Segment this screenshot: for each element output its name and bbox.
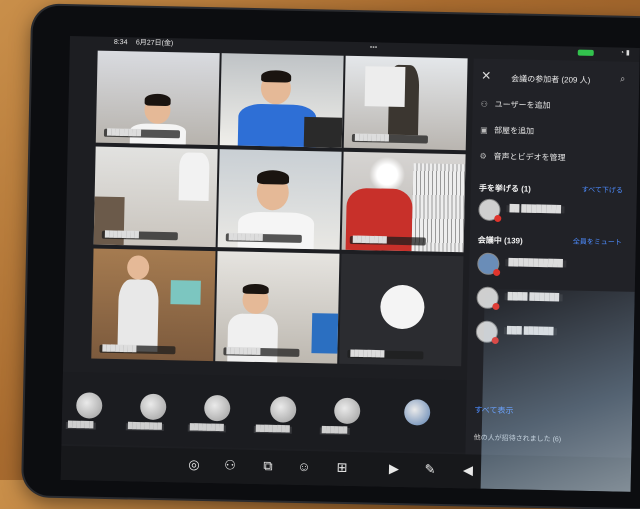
mic-off-icon[interactable]: ✎ <box>421 461 439 477</box>
blue-object <box>311 313 339 354</box>
avatar[interactable] <box>139 393 167 421</box>
tile-name-label: ████████ <box>349 235 426 246</box>
avatar <box>475 320 499 345</box>
video-tile[interactable]: ████████ <box>343 55 468 151</box>
battery-icon <box>577 49 594 56</box>
strip-name-label: ██████ <box>319 427 350 435</box>
avatar[interactable] <box>333 397 361 425</box>
video-tile[interactable]: ████████ <box>339 253 464 367</box>
recording-dot <box>493 268 501 277</box>
share-icon[interactable]: ⧉ <box>259 458 277 474</box>
panel-title: 会議の参加者 (209 人) <box>511 74 591 85</box>
participant-strip: ██████ ████████ ████████ ████████ ██████ <box>61 371 467 453</box>
recording-dot <box>492 302 500 311</box>
participants-panel: ✕ 会議の参加者 (209 人) ⌕ ⚇ ユーザーを追加 ▣ 部屋を追加 ⚙ 音声とビ… <box>464 58 640 492</box>
gear-icon: ⚙ <box>479 151 487 161</box>
list-item[interactable]: ██ ████████ <box>478 198 628 223</box>
avatar <box>476 286 500 311</box>
video-tile[interactable]: ████████ <box>341 151 466 253</box>
avatar <box>477 252 501 277</box>
reactions-icon[interactable]: ☺ <box>295 459 313 475</box>
mute-all-link[interactable]: 全員をミュート <box>573 237 622 248</box>
avatar[interactable] <box>269 396 297 423</box>
member-name: ████ ██████ <box>504 293 563 302</box>
list-item[interactable]: ████ ██████ <box>476 286 626 311</box>
tile-name-label: ████████ <box>351 133 428 144</box>
tile-name-label: ████████ <box>99 344 176 355</box>
strip-name-label: ████████ <box>125 423 164 432</box>
tile-name-label: ████████ <box>225 233 302 243</box>
participant-body <box>178 152 210 201</box>
member-name: ██ ████████ <box>506 205 565 214</box>
add-user-label: ユーザーを追加 <box>494 99 551 111</box>
participant-face <box>126 255 150 280</box>
speaker-icon[interactable]: ◀ <box>459 462 477 478</box>
strip-name-label: ████████ <box>253 425 292 434</box>
participant-hair <box>144 93 171 107</box>
manage-av-button[interactable]: ⚙ 音声とビデオを管理 <box>479 151 565 164</box>
lower-all-hands-link[interactable]: すべて下げる <box>582 185 623 196</box>
member-name: ███ ██████ <box>503 327 557 336</box>
chair <box>303 116 343 148</box>
tile-name-label: ████████ <box>347 349 424 360</box>
video-tile[interactable]: ████████ <box>93 146 218 248</box>
list-item[interactable]: ███ ██████ <box>475 320 626 345</box>
avatar[interactable] <box>203 394 231 422</box>
add-room-button[interactable]: ▣ 部屋を追加 <box>480 125 534 137</box>
others-invited-label[interactable]: 他の人が招待されました (6) <box>474 433 562 445</box>
strip-name-label: ██████ <box>65 421 96 430</box>
participant-hair <box>261 70 292 83</box>
video-tile[interactable]: ████████ <box>95 50 220 146</box>
video-grid: ████████ ████████ ████████ ████████ ████… <box>91 50 473 377</box>
add-room-label: 部屋を追加 <box>494 125 535 136</box>
wifi-icon: ◔ ▮ <box>619 49 630 57</box>
participants-icon[interactable]: ⚇ <box>221 457 239 473</box>
participant-hair <box>242 283 269 295</box>
apps-icon[interactable]: ⊞ <box>333 460 351 476</box>
raised-hands-heading: 手を挙げる (1) <box>478 183 531 194</box>
tile-name-label: ████████ <box>223 347 300 357</box>
avatar[interactable] <box>75 392 103 419</box>
avatar <box>379 284 425 330</box>
status-time: 8:34 <box>113 38 128 47</box>
strip-name-label: ████████ <box>187 424 226 433</box>
close-icon[interactable]: ✕ <box>481 69 491 83</box>
chat-icon[interactable]: ◎ <box>185 457 203 473</box>
participant-hair <box>256 169 290 185</box>
camera-icon[interactable]: ▶ <box>385 461 403 477</box>
avatar <box>478 198 502 223</box>
recording-dot <box>494 214 502 223</box>
video-tile[interactable]: ████████ <box>91 248 216 362</box>
tile-name-label: ████████ <box>103 128 181 139</box>
avatar[interactable] <box>403 399 431 426</box>
add-room-icon: ▣ <box>480 125 488 135</box>
meeting-screen: 8:34 6月27日(金) ••• ◔ ▮ ████████ ████████ <box>60 36 640 492</box>
search-icon[interactable]: ⌕ <box>620 74 625 85</box>
participant-body <box>237 211 315 250</box>
add-user-icon: ⚇ <box>480 99 488 109</box>
video-tile[interactable]: ████████ <box>215 251 340 364</box>
list-item[interactable]: ███████████ <box>477 252 627 277</box>
recording-dot <box>491 336 499 345</box>
member-name: ███████████ <box>505 259 566 268</box>
video-tile[interactable]: ████████ <box>217 149 342 250</box>
window <box>364 66 406 108</box>
multitask-dots[interactable]: ••• <box>370 42 378 54</box>
show-all-link[interactable]: すべて表示 <box>474 405 513 417</box>
video-tile[interactable] <box>219 53 344 148</box>
tv-screen <box>170 280 201 305</box>
manage-av-label: 音声とビデオを管理 <box>493 151 566 163</box>
participant-body <box>117 279 159 352</box>
in-meeting-heading: 会議中 (139) <box>477 235 523 246</box>
tile-name-label: ████████ <box>101 230 178 241</box>
status-date: 6月27日(金) <box>135 39 174 48</box>
add-user-button[interactable]: ⚇ ユーザーを追加 <box>481 99 551 111</box>
